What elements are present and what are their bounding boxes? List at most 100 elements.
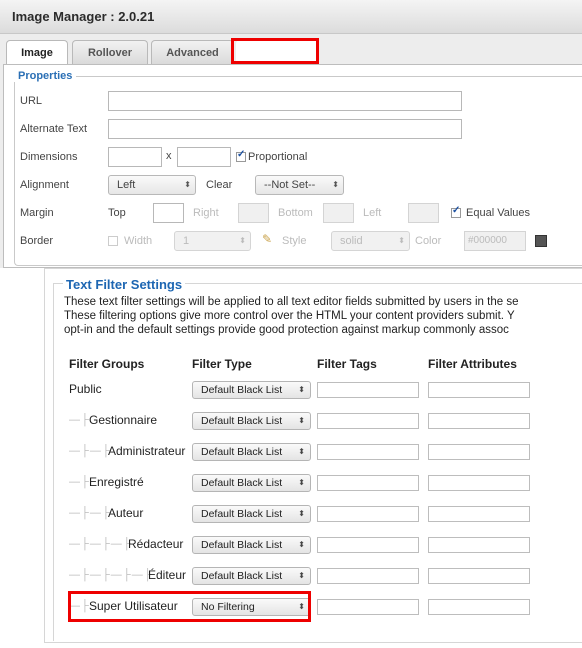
filter-tags-input[interactable]: [317, 537, 419, 553]
select-arrows-icon: ⬍: [298, 416, 305, 425]
tab-rollover[interactable]: Rollover: [72, 40, 148, 64]
header-filter-type: Filter Type: [192, 357, 252, 371]
highlight-box-tab: [231, 38, 319, 64]
border-label: Border: [20, 235, 54, 247]
margin-bottom-label: Bottom: [278, 207, 313, 219]
border-style-select[interactable]: solid ⬍: [331, 231, 410, 251]
proportional-checkbox[interactable]: [236, 149, 246, 162]
filter-tags-input[interactable]: [317, 568, 419, 584]
select-arrows-icon: ⬍: [332, 180, 339, 189]
select-arrows-icon: ⬍: [298, 385, 305, 394]
highlight-box-super-user: [68, 591, 311, 622]
select-arrows-icon: ⬍: [298, 447, 305, 456]
dialog-titlebar: Image Manager : 2.0.21: [0, 0, 582, 34]
alignment-label: Alignment: [20, 179, 69, 191]
filter-attributes-input[interactable]: [428, 382, 530, 398]
filter-attributes-input[interactable]: [428, 568, 530, 584]
tab-image[interactable]: Image: [6, 40, 68, 66]
filter-tags-input[interactable]: [317, 506, 419, 522]
header-filter-attributes: Filter Attributes: [428, 357, 517, 371]
filter-type-select[interactable]: Default Black List ⬍: [192, 381, 311, 399]
border-width-label: Width: [124, 235, 153, 247]
margin-bottom-input[interactable]: [323, 203, 354, 223]
filter-tags-input[interactable]: [317, 444, 419, 460]
dialog-title: Image Manager : 2.0.21: [12, 9, 155, 24]
group-name: Auteur: [108, 506, 144, 520]
clear-label: Clear: [206, 179, 233, 191]
group-name: Enregistré: [89, 475, 144, 489]
tab-advanced[interactable]: Advanced: [151, 40, 234, 64]
select-arrows-icon: ⬍: [184, 180, 191, 189]
filter-type-select[interactable]: Default Black List ⬍: [192, 536, 311, 554]
filter-type-select[interactable]: Default Black List ⬍: [192, 505, 311, 523]
filter-tags-input[interactable]: [317, 413, 419, 429]
color-swatch-icon[interactable]: [535, 235, 547, 247]
alignment-value: Left: [117, 179, 136, 191]
url-input[interactable]: [108, 91, 462, 111]
filter-attributes-input[interactable]: [428, 475, 530, 491]
filter-attributes-input[interactable]: [428, 537, 530, 553]
clear-select[interactable]: --Not Set-- ⬍: [255, 175, 344, 195]
filter-attributes-input[interactable]: [428, 444, 530, 460]
margin-top-input[interactable]: [153, 203, 184, 223]
select-arrows-icon: ⬍: [398, 236, 405, 245]
width-input[interactable]: [108, 147, 162, 167]
filter-type-value: Default Black List: [201, 570, 283, 582]
alignment-select[interactable]: Left ⬍: [108, 175, 196, 195]
equal-values-checkbox[interactable]: [451, 205, 461, 218]
filter-type-value: Default Black List: [201, 384, 283, 396]
description-line: These text filter settings will be appli…: [64, 296, 519, 308]
group-name: Gestionnaire: [89, 413, 158, 427]
group-name: Administrateur: [108, 444, 186, 458]
select-arrows-icon: ⬍: [298, 509, 305, 518]
margin-left-label: Left: [363, 207, 382, 219]
filter-type-select[interactable]: Default Black List ⬍: [192, 412, 311, 430]
filter-tags-input[interactable]: [317, 475, 419, 491]
select-arrows-icon: ⬍: [298, 571, 305, 580]
border-color-input[interactable]: #000000: [464, 231, 526, 251]
margin-left-input[interactable]: [408, 203, 439, 223]
margin-top-label: Top: [108, 207, 126, 219]
filter-type-select[interactable]: Default Black List ⬍: [192, 474, 311, 492]
margin-right-label: Right: [193, 207, 219, 219]
tree-connector: — ├ — ├: [69, 507, 110, 519]
header-filter-tags: Filter Tags: [317, 357, 377, 371]
border-checkbox[interactable]: [108, 236, 118, 246]
select-arrows-icon: ⬍: [298, 478, 305, 487]
filter-attributes-input[interactable]: [428, 506, 530, 522]
equal-values-label: Equal Values: [466, 207, 531, 219]
margin-label: Margin: [20, 207, 54, 219]
filter-attributes-input[interactable]: [428, 599, 530, 615]
clear-value: --Not Set--: [264, 179, 316, 191]
alt-text-input[interactable]: [108, 119, 462, 139]
description-line: These filtering options give more contro…: [64, 310, 515, 322]
filter-type-value: Default Black List: [201, 415, 283, 427]
border-width-select[interactable]: 1 ⬍: [174, 231, 251, 251]
margin-right-input[interactable]: [238, 203, 269, 223]
dimensions-x-label: x: [166, 150, 172, 162]
filter-type-select[interactable]: Default Black List ⬍: [192, 567, 311, 585]
tree-connector: — ├: [69, 414, 89, 426]
tree-connector: — ├ — ├ — ├: [69, 538, 131, 550]
url-label: URL: [20, 95, 43, 107]
filter-attributes-input[interactable]: [428, 413, 530, 429]
filter-type-value: Default Black List: [201, 446, 283, 458]
filter-type-value: Default Black List: [201, 508, 283, 520]
text-filter-description: These text filter settings will be appli…: [64, 295, 582, 337]
tree-connector: — ├ — ├: [69, 445, 110, 457]
border-style-label: Style: [282, 235, 307, 247]
filter-tags-input[interactable]: [317, 382, 419, 398]
text-filter-title: Text Filter Settings: [63, 277, 186, 292]
description-line: opt-in and the default settings provide …: [64, 324, 509, 336]
text-filter-panel: Text Filter Settings These text filter s…: [44, 268, 582, 643]
header-filter-groups: Filter Groups: [69, 357, 145, 371]
tree-connector: — ├: [69, 476, 89, 488]
group-name: Public: [69, 382, 102, 396]
border-color-label: Color: [415, 235, 442, 247]
filter-tags-input[interactable]: [317, 599, 419, 615]
proportional-label: Proportional: [248, 151, 308, 163]
tree-connector: — ├ — ├ — ├ — ├: [69, 569, 152, 581]
alt-text-label: Alternate Text: [20, 123, 88, 135]
height-input[interactable]: [177, 147, 231, 167]
filter-type-select[interactable]: Default Black List ⬍: [192, 443, 311, 461]
